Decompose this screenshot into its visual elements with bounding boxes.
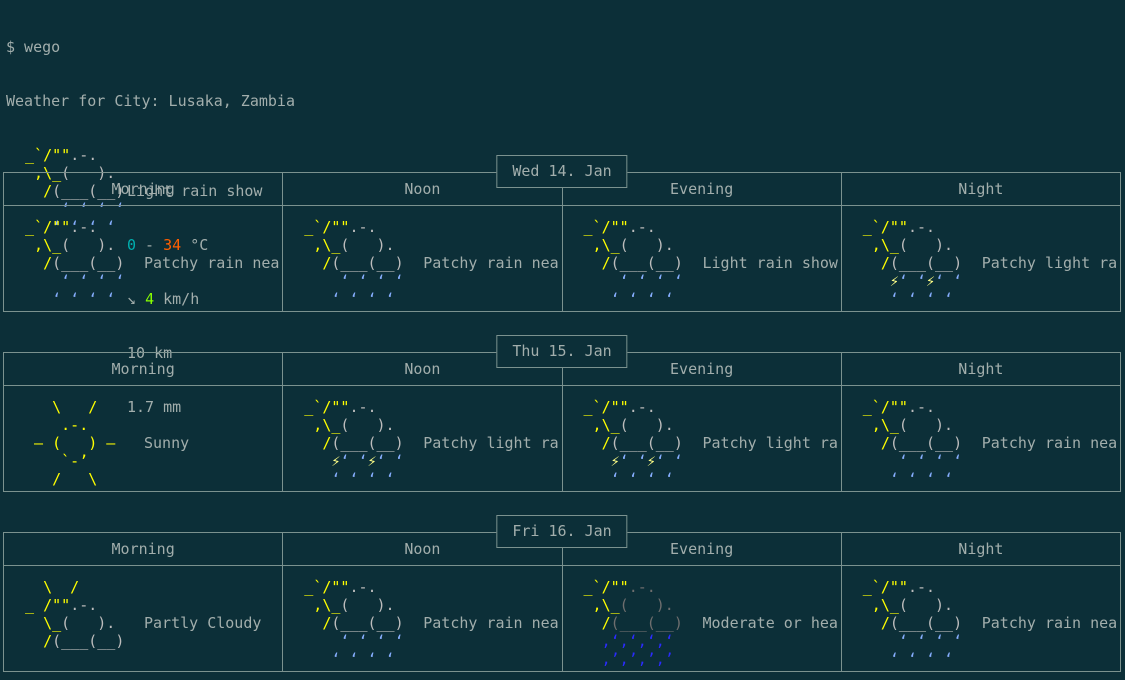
period-header: Night — [842, 173, 1120, 205]
condition-text: Light rain show — [703, 254, 838, 272]
condition-text: Patchy light ra — [982, 254, 1117, 272]
forecast-cell: _`/"".-. ,\_( ). /(___(__) ⚡‘ ‘⚡‘ ‘ ‘ ‘ … — [842, 206, 1120, 311]
location-line: Weather for City: Lusaka, Zambia — [6, 92, 1125, 110]
weather-icon: \ / _ /"".-. \_( ). /(___(__) — [16, 578, 124, 668]
temperature-line: 29 - 32 °C — [423, 668, 558, 671]
terminal-output: { "colors": { "bg": "#0c2f38", "fg": "#a… — [0, 0, 1125, 680]
forecast-row: \ / .-. ― ( ) ― `-’ / \ Sunny 25 - 28 °C… — [4, 386, 1120, 491]
weather-icon: _`/"".-. ,\_( ). /(___(__) ‘ ‘ ‘ ‘ ‘ ‘ ‘… — [854, 398, 962, 488]
terminal-header: $ wego Weather for City: Lusaka, Zambia — [0, 0, 1125, 128]
condition-text: Patchy rain nea — [982, 434, 1117, 452]
period-header: Night — [842, 353, 1120, 385]
period-header: Night — [842, 533, 1120, 565]
weather-icon: \ / .-. ― ( ) ― `-’ / \ — [16, 398, 115, 488]
condition-text: Sunny — [144, 434, 234, 452]
temperature-line: 28 - 33 °C — [703, 488, 838, 491]
period-header: Morning — [4, 173, 283, 205]
temperature-line: 28 - 32 °C — [703, 308, 838, 311]
forecast-cell: _`/"".-. ,\_( ). /(___(__) ‘ ‘ ‘ ‘ ‘ ‘ ‘… — [842, 566, 1120, 671]
period-header: Morning — [4, 533, 283, 565]
condition-text: Partly Cloudy — [144, 614, 261, 632]
weather-icon: _`/"".-. ,\_( ). /(___(__) ‘ ‘ ‘ ‘ ‘ ‘ ‘… — [575, 218, 683, 308]
weather-icon: _`/"".-. ,\_( ). /(___(__) ⚡‘ ‘⚡‘ ‘ ‘ ‘ … — [295, 398, 403, 488]
forecast-details: Sunny 25 - 28 °C ↗ 4 km/h 10 km 0 mm | 1… — [144, 398, 234, 491]
forecast-cell: _`/"".-. ,\_( ). /(___(__) ‘ ‘ ‘ ‘ ‘ ‘ ‘… — [4, 206, 283, 311]
forecast-cell: _`/"".-. ,\_( ). /(___(__) ‘ ‘ ‘ ‘ ‘ ‘ ‘… — [842, 386, 1120, 491]
temperature-line: 30 - 35 °C — [423, 488, 558, 491]
condition-text: Patchy light ra — [703, 434, 838, 452]
day-section: Wed 14. Jan MorningNoonEveningNight _`/"… — [3, 155, 1121, 312]
weather-icon: _`/"".-. ,\_( ). /(___(__) ‚‘‚‘‚‘‚‘ ‚’‚’… — [575, 578, 683, 668]
condition-text: Patchy rain nea — [423, 254, 558, 272]
forecast-details: Patchy rain nea 29 - 32 °C ↗ 7 - 9 km/h … — [423, 578, 558, 671]
weather-icon: _`/"".-. ,\_( ). /(___(__) ‘ ‘ ‘ ‘ ‘ ‘ ‘… — [295, 578, 403, 668]
temperature-line: 25 - 28 °C — [982, 308, 1117, 311]
weather-icon: _`/"".-. ,\_( ). /(___(__) ⚡‘ ‘⚡‘ ‘ ‘ ‘ … — [854, 218, 962, 308]
condition-text: Patchy rain nea — [144, 254, 279, 272]
forecast-details: Patchy rain nea 24 - 26 °C ↘ 2 - 4 km/h … — [982, 398, 1117, 491]
forecast-table: MorningNoonEveningNight \ / .-. ― ( ) ― … — [3, 352, 1121, 492]
weather-icon: _`/"".-. ,\_( ). /(___(__) ‘ ‘ ‘ ‘ ‘ ‘ ‘… — [16, 218, 124, 308]
forecast-cell: _`/"".-. ,\_( ). /(___(__) ‘ ‘ ‘ ‘ ‘ ‘ ‘… — [283, 566, 562, 671]
forecast-details: Moderate or hea 28 - 32 °C ↑ 8 - 15 km/h… — [703, 578, 838, 671]
day-section: Fri 16. Jan MorningNoonEveningNight \ / … — [3, 515, 1121, 672]
period-header: Morning — [4, 353, 283, 385]
forecast-table: MorningNoonEveningNight _`/"".-. ,\_( ).… — [3, 172, 1121, 312]
temperature-line: 28 - 31 °C — [423, 308, 558, 311]
temperature-line: 28 - 32 °C — [703, 668, 838, 671]
day-label: Wed 14. Jan — [496, 155, 627, 188]
forecast-details: Patchy light ra 30 - 35 °C ↖ 4 - 5 km/h … — [423, 398, 558, 491]
forecast-details: Patchy rain nea 28 - 31 °C → 7 - 10 km/h… — [423, 218, 558, 311]
weather-icon: _`/"".-. ,\_( ). /(___(__) ⚡‘ ‘⚡‘ ‘ ‘ ‘ … — [575, 398, 683, 488]
forecast-cell: _`/"".-. ,\_( ). /(___(__) ‘ ‘ ‘ ‘ ‘ ‘ ‘… — [283, 206, 562, 311]
forecast-details: Patchy light ra 28 - 33 °C ↑ 3 - 4 km/h … — [703, 398, 838, 491]
forecast-cell: _`/"".-. ,\_( ). /(___(__) ⚡‘ ‘⚡‘ ‘ ‘ ‘ … — [283, 386, 562, 491]
forecast-details: Patchy rain nea 24 - 26 °C → 6 - 8 km/h … — [144, 218, 279, 311]
day-label: Thu 15. Jan — [496, 335, 627, 368]
condition-text: Patchy rain nea — [982, 614, 1117, 632]
condition-text: Moderate or hea — [703, 614, 838, 632]
forecast-cell: \ / _ /"".-. \_( ). /(___(__) Partly Clo… — [4, 566, 283, 671]
forecast-details: Patchy light ra 25 - 28 °C ↓ 4 - 8 km/h … — [982, 218, 1117, 311]
temperature-line: 24 - 28 °C — [982, 668, 1117, 671]
temperature-line: 25 - 28 °C — [144, 488, 234, 491]
forecast-details: Patchy rain nea 24 - 28 °C ↖ 1 - 3 km/h … — [982, 578, 1117, 671]
forecast-table: MorningNoonEveningNight \ / _ /"".-. \_(… — [3, 532, 1121, 672]
forecast-cell: \ / .-. ― ( ) ― `-’ / \ Sunny 25 - 28 °C… — [4, 386, 283, 491]
weather-icon: _`/"".-. ,\_( ). /(___(__) ‘ ‘ ‘ ‘ ‘ ‘ ‘… — [854, 578, 962, 668]
forecast-row: _`/"".-. ,\_( ). /(___(__) ‘ ‘ ‘ ‘ ‘ ‘ ‘… — [4, 206, 1120, 311]
forecast-cell: _`/"".-. ,\_( ). /(___(__) ⚡‘ ‘⚡‘ ‘ ‘ ‘ … — [563, 386, 842, 491]
prompt-line: $ wego — [6, 38, 1125, 56]
temperature-line: 24 - 26 °C — [144, 308, 279, 311]
forecast-cell: _`/"".-. ,\_( ). /(___(__) ‚‘‚‘‚‘‚‘ ‚’‚’… — [563, 566, 842, 671]
forecast-details: Light rain show 28 - 32 °C → 5 - 6 km/h … — [703, 218, 838, 311]
temperature-line: 24 - 27 °C — [144, 668, 261, 671]
forecast-details: Partly Cloudy 24 - 27 °C → 5 - 6 km/h 10… — [144, 578, 261, 671]
forecast-cell: _`/"".-. ,\_( ). /(___(__) ‘ ‘ ‘ ‘ ‘ ‘ ‘… — [563, 206, 842, 311]
condition-text: Patchy rain nea — [423, 614, 558, 632]
forecast-row: \ / _ /"".-. \_( ). /(___(__) Partly Clo… — [4, 566, 1120, 671]
temperature-line: 24 - 26 °C — [982, 488, 1117, 491]
day-label: Fri 16. Jan — [496, 515, 627, 548]
weather-icon: _`/"".-. ,\_( ). /(___(__) ‘ ‘ ‘ ‘ ‘ ‘ ‘… — [295, 218, 403, 308]
day-section: Thu 15. Jan MorningNoonEveningNight \ / … — [3, 335, 1121, 492]
condition-text: Patchy light ra — [423, 434, 558, 452]
